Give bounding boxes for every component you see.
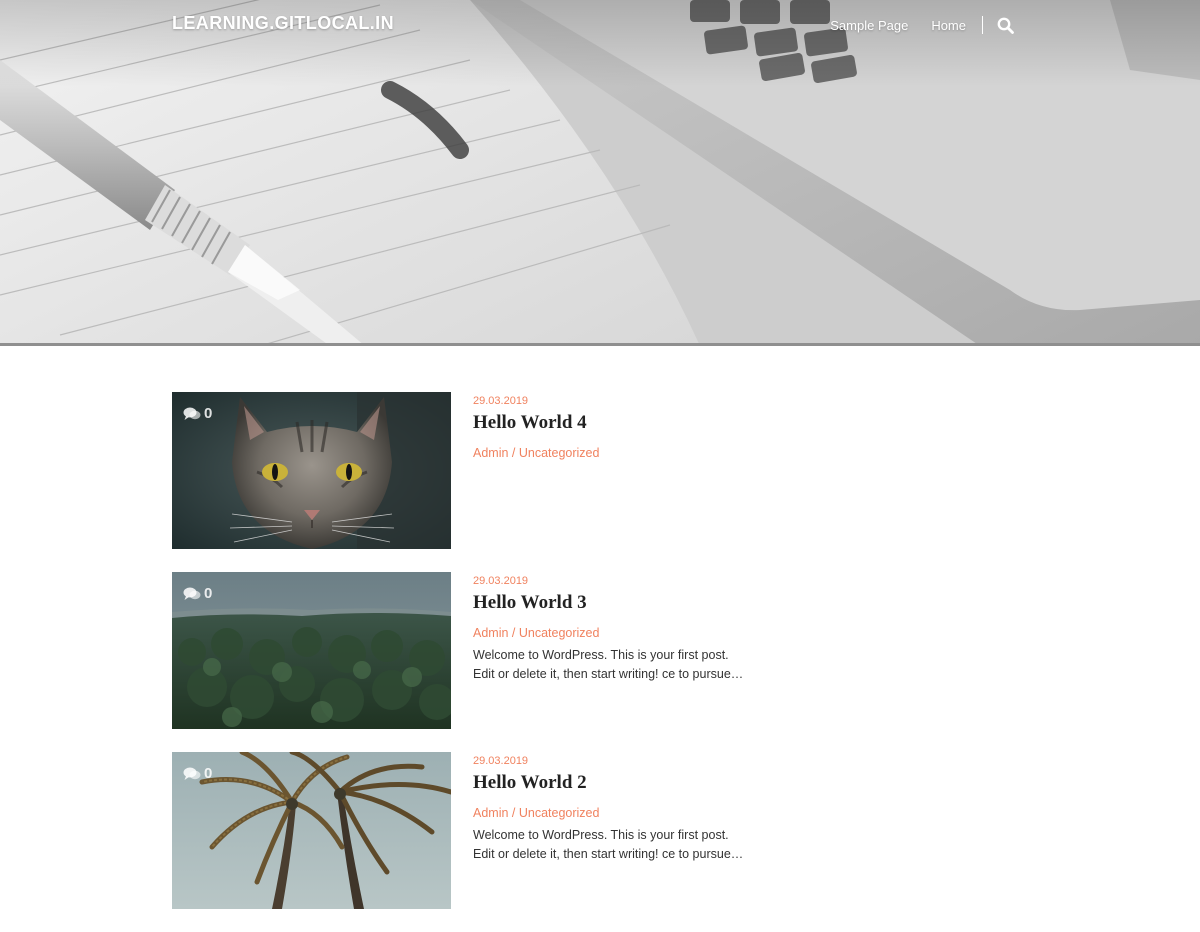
comment-count: 0 bbox=[183, 405, 212, 422]
post-date: 29.03.2019 bbox=[473, 395, 529, 407]
main-navigation: Sample Page Home bbox=[807, 14, 1014, 36]
post-author-link[interactable]: Admin bbox=[473, 446, 508, 460]
post-date: 29.03.2019 bbox=[473, 575, 529, 587]
post-excerpt: Welcome to WordPress. This is your first… bbox=[473, 828, 744, 861]
comments-icon bbox=[183, 767, 201, 781]
post-thumbnail-forest[interactable]: 0 bbox=[172, 572, 451, 729]
hero-image bbox=[0, 0, 1200, 343]
search-icon[interactable] bbox=[996, 16, 1014, 34]
post-excerpt: Welcome to WordPress. This is your first… bbox=[473, 648, 744, 681]
post-body: 29.03.2019 Hello World 2 Admin / Uncateg… bbox=[473, 754, 763, 864]
comment-count-value: 0 bbox=[204, 405, 213, 422]
comments-icon bbox=[183, 587, 201, 601]
comment-count-value: 0 bbox=[204, 585, 213, 602]
site-title[interactable]: LEARNING.GITLOCAL.IN bbox=[172, 13, 394, 34]
nav-divider bbox=[982, 16, 983, 34]
post-date: 29.03.2019 bbox=[473, 755, 529, 767]
post-item: 0 29.03.2019 Hello World 4 Admin / Uncat… bbox=[172, 392, 772, 572]
comments-icon bbox=[183, 407, 201, 421]
meta-separator: / bbox=[508, 806, 519, 820]
post-author-link[interactable]: Admin bbox=[473, 806, 508, 820]
post-body: 29.03.2019 Hello World 3 Admin / Uncateg… bbox=[473, 574, 763, 684]
post-meta: Admin / Uncategorized bbox=[473, 625, 763, 641]
post-category-link[interactable]: Uncategorized bbox=[519, 446, 600, 460]
nav-item-sample-page[interactable]: Sample Page bbox=[830, 18, 908, 33]
post-list: 0 29.03.2019 Hello World 4 Admin / Uncat… bbox=[172, 392, 772, 932]
post-meta: Admin / Uncategorized bbox=[473, 445, 763, 461]
post-item: 0 29.03.2019 Hello World 2 Admin / Uncat… bbox=[172, 752, 772, 932]
post-category-link[interactable]: Uncategorized bbox=[519, 806, 600, 820]
post-title[interactable]: Hello World 3 bbox=[473, 592, 763, 614]
post-thumbnail-cat[interactable]: 0 bbox=[172, 392, 451, 549]
post-body: 29.03.2019 Hello World 4 Admin / Uncateg… bbox=[473, 394, 763, 466]
hero-header: LEARNING.GITLOCAL.IN Sample Page Home bbox=[0, 0, 1200, 346]
post-title[interactable]: Hello World 4 bbox=[473, 412, 763, 434]
post-author-link[interactable]: Admin bbox=[473, 626, 508, 640]
nav-item-home[interactable]: Home bbox=[931, 18, 966, 33]
post-category-link[interactable]: Uncategorized bbox=[519, 626, 600, 640]
comment-count: 0 bbox=[183, 765, 212, 782]
meta-separator: / bbox=[508, 446, 519, 460]
post-meta: Admin / Uncategorized bbox=[473, 805, 763, 821]
comment-count-value: 0 bbox=[204, 765, 213, 782]
comment-count: 0 bbox=[183, 585, 212, 602]
post-thumbnail-palm-trees[interactable]: 0 bbox=[172, 752, 451, 909]
meta-separator: / bbox=[508, 626, 519, 640]
post-item: 0 29.03.2019 Hello World 3 Admin / Uncat… bbox=[172, 572, 772, 752]
post-title[interactable]: Hello World 2 bbox=[473, 772, 763, 794]
